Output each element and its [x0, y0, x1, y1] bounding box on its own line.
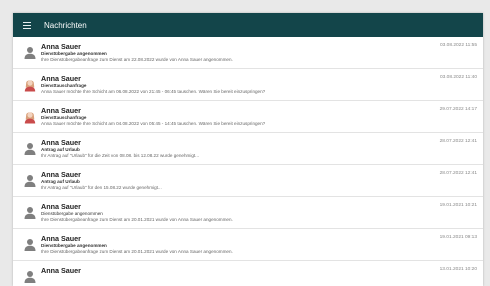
message-preview: Ihre Dienstübergabeanfrage zum Dienst am…: [41, 249, 233, 254]
message-subject: Dienstübergabe angenommen: [41, 51, 107, 56]
app-header: Nachrichten: [13, 13, 483, 37]
message-date: 13.01.2021 10:20: [439, 267, 477, 272]
message-subject: Dienstübergabe angenommen: [41, 211, 103, 216]
message-date: 03.08.2022 11:55: [440, 43, 477, 48]
person-icon: [24, 142, 36, 156]
message-date: 19.01.2021 10:21: [439, 203, 477, 208]
message-item[interactable]: Anna Sauer Dienstübergabe angenommen Ihre …: [13, 229, 483, 261]
message-date: 29.07.2022 14:17: [439, 107, 477, 112]
person-icon: [24, 46, 36, 60]
sender-name: Anna Sauer: [41, 74, 81, 83]
message-item[interactable]: Anna Sauer Dienstübergabe angenommen Ihre …: [13, 197, 483, 229]
message-item[interactable]: Anna Sauer Dienstübergabe angenommen Ihre …: [13, 37, 483, 69]
message-subject: Diensttauschanfrage: [41, 115, 87, 120]
female-avatar-icon: [24, 78, 36, 92]
message-list: Anna Sauer Dienstübergabe angenommen Ihre …: [13, 37, 483, 286]
sender-name: Anna Sauer: [41, 42, 81, 51]
message-preview: Anna Sauer möchte Ihre Schicht am 06.08.…: [41, 89, 266, 94]
person-icon: [24, 270, 36, 284]
page-title: Nachrichten: [44, 20, 87, 30]
sender-name: Anna Sauer: [41, 170, 81, 179]
message-item[interactable]: Anna Sauer Antrag auf Urlaub Ihr Antrag au…: [13, 133, 483, 165]
message-item[interactable]: Anna Sauer Antrag auf Urlaub Ihr Antrag au…: [13, 165, 483, 197]
message-date: 28.07.2022 12:41: [439, 171, 477, 176]
sender-name: Anna Sauer: [41, 106, 81, 115]
sender-name: Anna Sauer: [41, 266, 81, 275]
person-icon: [24, 238, 36, 252]
menu-icon[interactable]: [23, 21, 31, 29]
female-avatar-icon: [24, 110, 36, 124]
message-subject: Antrag auf Urlaub: [41, 147, 80, 152]
message-item[interactable]: Anna Sauer 13.01.2021 10:20: [13, 261, 483, 286]
message-item[interactable]: Anna Sauer Diensttauschanfrage Anna Sauer …: [13, 69, 483, 101]
app-window: Nachrichten Anna Sauer Dienstübergabe ang…: [13, 13, 483, 286]
message-date: 19.01.2021 09:13: [439, 235, 477, 240]
message-preview: Ihre Dienstübergabeanfrage zum Dienst am…: [41, 217, 233, 222]
sender-name: Anna Sauer: [41, 138, 81, 147]
message-date: 28.07.2022 12:41: [439, 139, 477, 144]
message-date: 03.08.2022 11:40: [440, 75, 477, 80]
message-subject: Dienstübergabe angenommen: [41, 243, 107, 248]
message-item[interactable]: Anna Sauer Diensttauschanfrage Anna Sauer …: [13, 101, 483, 133]
message-preview: Ihre Dienstübergabeanfrage zum Dienst am…: [41, 57, 233, 62]
message-preview: Ihr Antrag auf "Urlaub" für den 15.08.22…: [41, 185, 162, 190]
person-icon: [24, 206, 36, 220]
sender-name: Anna Sauer: [41, 202, 81, 211]
person-icon: [24, 174, 36, 188]
message-subject: Diensttauschanfrage: [41, 83, 87, 88]
message-preview: Anna Sauer möchte Ihre Schicht am 04.08.…: [41, 121, 266, 126]
message-subject: Antrag auf Urlaub: [41, 179, 80, 184]
message-preview: Ihr Antrag auf "Urlaub" für die Zeit von…: [41, 153, 200, 158]
sender-name: Anna Sauer: [41, 234, 81, 243]
